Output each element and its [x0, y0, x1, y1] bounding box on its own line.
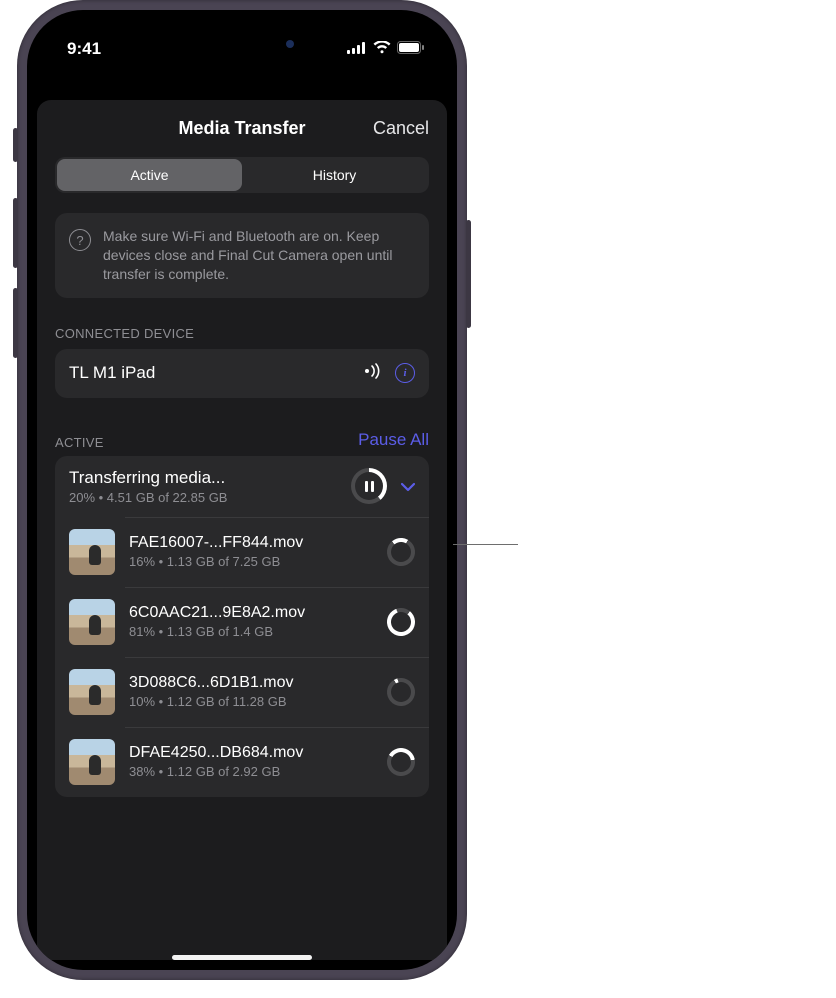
volume-up-button: [13, 198, 18, 268]
signal-strength-icon: [363, 363, 385, 384]
callout-line: [453, 544, 518, 545]
battery-icon: [397, 39, 425, 59]
file-row[interactable]: FAE16007-...FF844.mov 16% • 1.13 GB of 7…: [55, 517, 429, 587]
thumbnail: [69, 669, 115, 715]
progress-icon[interactable]: [382, 673, 420, 711]
transfer-summary-row[interactable]: Transferring media... 20% • 4.51 GB of 2…: [55, 456, 429, 517]
device-name: TL M1 iPad: [69, 363, 155, 383]
tab-active[interactable]: Active: [57, 159, 242, 191]
pause-icon: [365, 481, 374, 492]
thumbnail: [69, 739, 115, 785]
transfer-list: Transferring media... 20% • 4.51 GB of 2…: [55, 456, 429, 797]
chevron-down-icon[interactable]: [401, 476, 415, 497]
progress-icon[interactable]: [382, 743, 420, 781]
device-row[interactable]: TL M1 iPad i: [55, 349, 429, 398]
page-title: Media Transfer: [178, 118, 305, 139]
screen: 9:41 Media Transfer Cancel: [27, 10, 457, 970]
wifi-icon: [373, 39, 391, 59]
connected-device-label: CONNECTED DEVICE: [55, 326, 429, 341]
file-name: 3D088C6...6D1B1.mov: [129, 674, 373, 692]
file-sub: 10% • 1.12 GB of 11.28 GB: [129, 694, 373, 709]
active-label: ACTIVE: [55, 435, 104, 450]
status-right: [347, 39, 425, 59]
pause-button[interactable]: [351, 468, 387, 504]
cancel-button[interactable]: Cancel: [306, 118, 429, 139]
summary-title: Transferring media...: [69, 468, 337, 488]
phone-frame: 9:41 Media Transfer Cancel: [17, 0, 467, 980]
file-name: DFAE4250...DB684.mov: [129, 744, 373, 762]
progress-icon[interactable]: [381, 602, 420, 641]
file-name: FAE16007-...FF844.mov: [129, 534, 373, 552]
notice-text: Make sure Wi-Fi and Bluetooth are on. Ke…: [103, 227, 415, 284]
tab-history[interactable]: History: [242, 159, 427, 191]
sheet-header: Media Transfer Cancel: [37, 100, 447, 157]
file-row[interactable]: 6C0AAC21...9E8A2.mov 81% • 1.13 GB of 1.…: [55, 587, 429, 657]
file-name: 6C0AAC21...9E8A2.mov: [129, 604, 373, 622]
side-button: [13, 128, 18, 162]
thumbnail: [69, 529, 115, 575]
progress-icon[interactable]: [381, 532, 420, 571]
power-button: [466, 220, 471, 328]
help-icon[interactable]: ?: [69, 229, 91, 251]
info-icon[interactable]: i: [395, 363, 415, 383]
pause-all-button[interactable]: Pause All: [358, 430, 429, 450]
file-row[interactable]: 3D088C6...6D1B1.mov 10% • 1.12 GB of 11.…: [55, 657, 429, 727]
file-sub: 16% • 1.13 GB of 7.25 GB: [129, 554, 373, 569]
file-row[interactable]: DFAE4250...DB684.mov 38% • 1.12 GB of 2.…: [55, 727, 429, 797]
segmented-control[interactable]: Active History: [55, 157, 429, 193]
file-sub: 81% • 1.13 GB of 1.4 GB: [129, 624, 373, 639]
sheet: Media Transfer Cancel Active History ? M…: [37, 100, 447, 960]
summary-sub: 20% • 4.51 GB of 22.85 GB: [69, 490, 337, 505]
file-sub: 38% • 1.12 GB of 2.92 GB: [129, 764, 373, 779]
volume-down-button: [13, 288, 18, 358]
notice-card: ? Make sure Wi-Fi and Bluetooth are on. …: [55, 213, 429, 298]
status-time: 9:41: [67, 39, 101, 59]
camera-dot-icon: [286, 40, 294, 48]
dynamic-island: [178, 26, 306, 62]
cellular-icon: [347, 39, 367, 59]
home-indicator[interactable]: [172, 955, 312, 960]
thumbnail: [69, 599, 115, 645]
